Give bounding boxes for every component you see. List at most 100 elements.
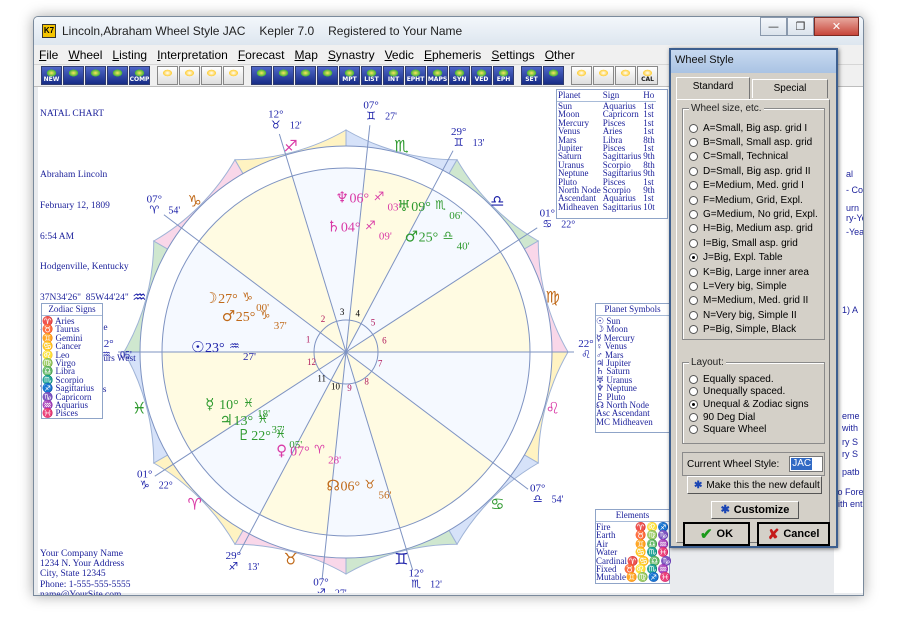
wheel-size-option[interactable]: N=Very big, Simple II [685, 308, 824, 322]
report-fragment: urn [846, 203, 860, 213]
menu-item-listing[interactable]: Listing [107, 48, 152, 62]
toolbar-button-15[interactable]: LIST [361, 66, 382, 85]
toolbar-button-2[interactable] [63, 66, 84, 85]
radio-button[interactable] [689, 425, 698, 435]
radio-button[interactable] [689, 296, 698, 306]
toolbar-button-4[interactable] [107, 66, 128, 85]
cancel-button[interactable]: ✘ Cancel [757, 522, 830, 546]
wheel-size-option[interactable]: H=Big, Medium asp. grid [685, 222, 824, 236]
cusp-sign: ♎ [533, 492, 543, 505]
wheel-size-option[interactable]: B=Small, Small asp. grid [685, 135, 824, 149]
layout-option[interactable]: Unequal & Zodiac signs [685, 398, 824, 411]
toolbar-button-13[interactable] [317, 66, 338, 85]
layout-option[interactable]: Unequally spaced. [685, 386, 824, 399]
zodiac-sign-glyph: ♋ [490, 494, 504, 513]
toolbar-button-6[interactable] [157, 66, 178, 85]
close-button[interactable]: ✕ [814, 17, 859, 36]
radio-button[interactable] [689, 374, 698, 384]
radio-button[interactable] [689, 123, 698, 133]
toolbar-button-11[interactable] [273, 66, 294, 85]
menu-item-forecast[interactable]: Forecast [233, 48, 290, 62]
radio-button[interactable] [689, 224, 698, 234]
radio-button[interactable] [689, 138, 698, 148]
wheel-size-option[interactable]: L=Very big, Simple [685, 279, 824, 293]
planet-table: Planet Sign Ho Sun Aquarius 1st Moon Capricorn 1… [556, 89, 668, 219]
cusp-sign: ♉ [271, 118, 281, 131]
dialog-title: Wheel Style [671, 50, 836, 73]
wheel-size-option[interactable]: A=Small, Big asp. grid I [685, 121, 824, 135]
toolbar-glyph-icon [46, 69, 57, 77]
wheel-size-option[interactable]: D=Small, Big asp. grid II [685, 164, 824, 178]
toolbar-button-3[interactable] [85, 66, 106, 85]
wheel-size-option[interactable]: J=Big, Expl. Table [685, 251, 824, 265]
birth-date: February 12, 1809 [40, 201, 110, 212]
toolbar-button-7[interactable] [179, 66, 200, 85]
toolbar-button-12[interactable] [295, 66, 316, 85]
menu-item-other[interactable]: Other [540, 48, 580, 62]
radio-button[interactable] [689, 399, 698, 409]
make-default-button[interactable]: ✱ Make this the new default [687, 476, 822, 494]
radio-button[interactable] [689, 267, 698, 277]
ok-button[interactable]: ✔ OK [683, 522, 750, 546]
customize-button[interactable]: ✱ Customize [711, 501, 799, 519]
wheel-size-option[interactable]: E=Medium, Med. grid I [685, 179, 824, 193]
radio-button[interactable] [689, 181, 698, 191]
radio-button[interactable] [689, 152, 698, 162]
tab-special[interactable]: Special [752, 79, 828, 98]
current-style-input[interactable]: JAC [789, 456, 824, 472]
radio-button[interactable] [689, 310, 698, 320]
wheel-size-option[interactable]: G=Medium, No grid, Expl. [685, 207, 824, 221]
tab-standard[interactable]: Standard [676, 77, 750, 99]
toolbar-button-17[interactable]: EPHT [405, 66, 426, 85]
toolbar-button-24[interactable] [571, 66, 592, 85]
minimize-button[interactable]: — [760, 17, 787, 36]
wheel-size-option[interactable]: F=Medium, Grid, Expl. [685, 193, 824, 207]
radio-button[interactable] [689, 387, 698, 397]
toolbar-button-19[interactable]: SYN [449, 66, 470, 85]
toolbar-button-23[interactable] [543, 66, 564, 85]
toolbar-button-9[interactable] [223, 66, 244, 85]
registration-text: Registered to Your Name [328, 24, 463, 38]
wheel-size-option[interactable]: M=Medium, Med. grid II [685, 294, 824, 308]
toolbar-button-20[interactable]: VED [471, 66, 492, 85]
layout-option[interactable]: 90 Deg Dial [685, 411, 824, 424]
menu-item-vedic[interactable]: Vedic [380, 48, 419, 62]
radio-button[interactable] [689, 325, 698, 335]
menu-item-map[interactable]: Map [290, 48, 323, 62]
wheel-size-option[interactable]: I=Big, Small asp. grid [685, 236, 824, 250]
toolbar-button-25[interactable] [593, 66, 614, 85]
menu-item-file[interactable]: File [34, 48, 63, 62]
toolbar-button-22[interactable]: SET [521, 66, 542, 85]
toolbar-button-26[interactable] [615, 66, 636, 85]
toolbar-button-10[interactable] [251, 66, 272, 85]
toolbar-button-8[interactable] [201, 66, 222, 85]
radio-button[interactable] [689, 253, 698, 263]
radio-button[interactable] [689, 281, 698, 291]
radio-button[interactable] [689, 195, 698, 205]
wheel-size-option[interactable]: C=Small, Technical [685, 150, 824, 164]
report-fragment: eme [842, 411, 860, 421]
toolbar-button-27[interactable]: CAL [637, 66, 658, 85]
layout-option[interactable]: Square Wheel [685, 423, 824, 436]
toolbar-button-18[interactable]: MAPS [427, 66, 448, 85]
wheel-size-option[interactable]: K=Big, Large inner area [685, 265, 824, 279]
toolbar-button-5[interactable]: COMP [129, 66, 150, 85]
toolbar-button-1[interactable]: NEW [41, 66, 62, 85]
radio-button[interactable] [689, 166, 698, 176]
restore-button[interactable]: ❐ [787, 17, 814, 36]
wheel-style-dialog: Wheel Style Standard Special Wheel size,… [669, 48, 838, 548]
radio-button[interactable] [689, 238, 698, 248]
radio-button[interactable] [689, 210, 698, 220]
menu-item-ephemeris[interactable]: Ephemeris [419, 48, 486, 62]
asterisk-icon: ✱ [694, 479, 703, 491]
menu-item-synastry[interactable]: Synastry [323, 48, 380, 62]
menu-item-interpretation[interactable]: Interpretation [152, 48, 233, 62]
toolbar-button-21[interactable]: EPH [493, 66, 514, 85]
layout-option[interactable]: Equally spaced. [685, 373, 824, 386]
menu-item-wheel[interactable]: Wheel [63, 48, 107, 62]
toolbar-button-16[interactable]: INT [383, 66, 404, 85]
wheel-size-option[interactable]: P=Big, Simple, Black [685, 322, 824, 336]
toolbar-button-14[interactable]: MPT [339, 66, 360, 85]
menu-item-settings[interactable]: Settings [486, 48, 539, 62]
radio-button[interactable] [689, 412, 698, 422]
